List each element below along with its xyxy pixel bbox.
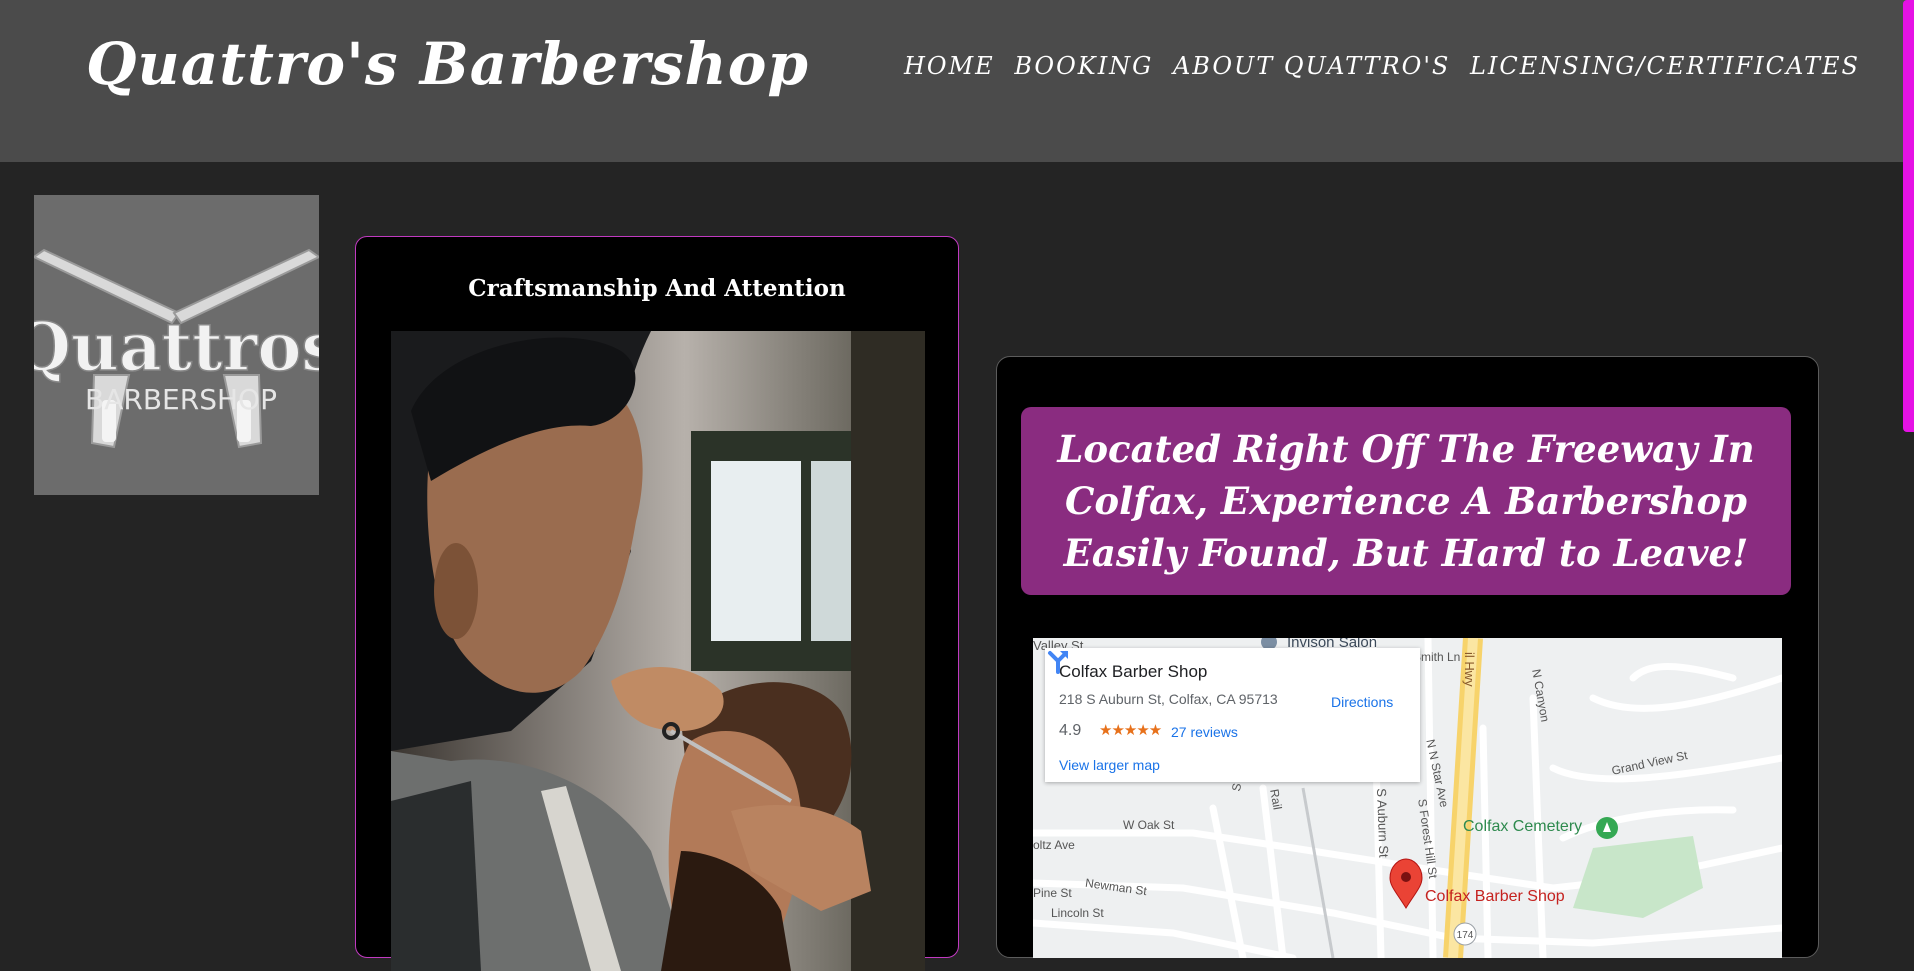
place-rating: 4.9: [1059, 722, 1082, 739]
map-label-smith-ln: Smith Ln: [1413, 650, 1461, 664]
map-label-hwy: il Hwy: [1462, 652, 1477, 687]
cemetery-marker-icon: [1596, 817, 1618, 839]
main-nav: HOME BOOKING ABOUT QUATTRO'S LICENSING/C…: [904, 52, 1860, 80]
scrollbar-thumb[interactable]: [1903, 0, 1914, 432]
view-larger-map-link[interactable]: View larger map: [1059, 757, 1160, 773]
embedded-map[interactable]: 174 Invison Salon Valley St Smith Ln il …: [1033, 638, 1782, 958]
barbershop-logo: Quattros BARBERSHOP: [34, 195, 319, 495]
map-label-lincoln-st: Lincoln St: [1051, 906, 1104, 920]
map-label-colfax-cemetery: Colfax Cemetery: [1463, 818, 1583, 835]
place-address: 218 S Auburn St, Colfax, CA 95713: [1059, 691, 1278, 707]
location-banner: Located Right Off The Freeway In Colfax,…: [1021, 407, 1791, 595]
logo-wordmark: Quattros: [34, 308, 319, 386]
barber-photo: [391, 331, 925, 971]
nav-about[interactable]: ABOUT QUATTRO'S: [1173, 52, 1450, 80]
nav-licensing[interactable]: LICENSING/CERTIFICATES: [1470, 52, 1860, 80]
nav-booking[interactable]: BOOKING: [1014, 52, 1153, 80]
map-label-s-auburn-st: S Auburn St: [1374, 788, 1392, 858]
map-place-card: Colfax Barber Shop 218 S Auburn St, Colf…: [1045, 648, 1420, 782]
craftsmanship-card: Craftsmanship And Attention: [355, 236, 959, 971]
site-header: Quattro's Barbershop HOME BOOKING ABOUT …: [0, 0, 1914, 162]
location-card: Located Right Off The Freeway In Colfax,…: [996, 356, 1819, 958]
banner-text: Located Right Off The Freeway In Colfax,…: [1057, 427, 1755, 575]
nav-home[interactable]: HOME: [904, 52, 995, 80]
reviews-link[interactable]: 27 reviews: [1171, 724, 1238, 740]
logo-subtitle: BARBERSHOP: [85, 383, 277, 416]
site-title[interactable]: Quattro's Barbershop: [86, 30, 809, 98]
rating-stars-icon: ★★★★★: [1099, 722, 1162, 739]
map-label-barber-shop[interactable]: Colfax Barber Shop: [1425, 888, 1565, 906]
place-name: Colfax Barber Shop: [1059, 662, 1208, 681]
map-label-pine-st: Pine St: [1033, 886, 1072, 900]
directions-link[interactable]: Directions: [1331, 694, 1393, 710]
directions-icon[interactable]: [1045, 648, 1071, 674]
card-title: Craftsmanship And Attention: [468, 275, 846, 302]
map-label-oltz-ave: oltz Ave: [1033, 838, 1075, 852]
map-label-w-oak-st: W Oak St: [1123, 818, 1175, 832]
